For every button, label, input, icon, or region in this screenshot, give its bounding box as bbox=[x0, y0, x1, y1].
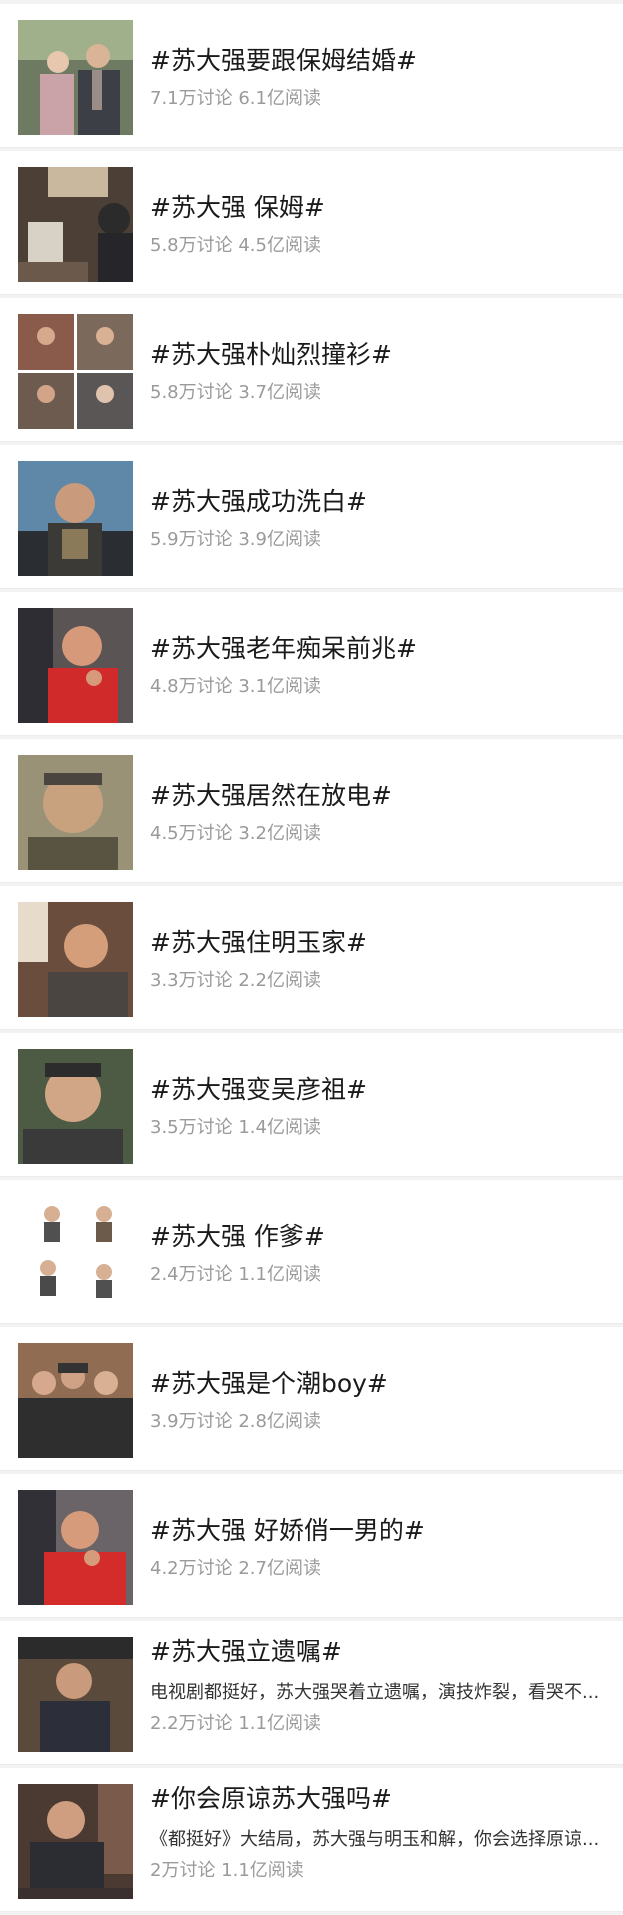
topic-item[interactable]: #你会原谅苏大强吗# 《都挺好》大结局，苏大强与明玉和解，你会选择原谅... 2… bbox=[0, 1768, 623, 1912]
topic-stats: 2万讨论 1.1亿阅读 bbox=[150, 1860, 304, 1881]
topic-title[interactable]: #苏大强是个潮boy# bbox=[150, 1369, 388, 1399]
topic-thumbnail[interactable] bbox=[18, 314, 133, 429]
topic-thumbnail[interactable] bbox=[18, 1196, 133, 1311]
topic-title[interactable]: #苏大强 好娇俏一男的# bbox=[150, 1516, 425, 1546]
topic-item[interactable]: #苏大强 保姆# 5.8万讨论 4.5亿阅读 bbox=[0, 151, 623, 295]
topic-item[interactable]: #苏大强居然在放电# 4.5万讨论 3.2亿阅读 bbox=[0, 739, 623, 883]
topic-stats: 2.4万讨论 1.1亿阅读 bbox=[150, 1264, 321, 1285]
topic-title[interactable]: #苏大强 作爹# bbox=[150, 1222, 325, 1252]
topic-thumbnail[interactable] bbox=[18, 608, 133, 723]
topic-thumbnail[interactable] bbox=[18, 1490, 133, 1605]
topic-stats: 3.9万讨论 2.8亿阅读 bbox=[150, 1411, 321, 1432]
topic-title[interactable]: #苏大强成功洗白# bbox=[150, 487, 367, 517]
topic-item[interactable]: #苏大强 作爹# 2.4万讨论 1.1亿阅读 bbox=[0, 1180, 623, 1324]
topic-title[interactable]: #你会原谅苏大强吗# bbox=[150, 1784, 392, 1814]
topic-description: 电视剧都挺好，苏大强哭着立遗嘱，演技炸裂，看哭不... bbox=[150, 1682, 600, 1703]
topic-stats: 3.5万讨论 1.4亿阅读 bbox=[150, 1117, 321, 1138]
topic-item[interactable]: #苏大强 好娇俏一男的# 4.2万讨论 2.7亿阅读 bbox=[0, 1474, 623, 1618]
topic-stats: 5.8万讨论 3.7亿阅读 bbox=[150, 382, 321, 403]
topic-stats: 5.9万讨论 3.9亿阅读 bbox=[150, 529, 321, 550]
topic-item[interactable]: #苏大强老年痴呆前兆# 4.8万讨论 3.1亿阅读 bbox=[0, 592, 623, 736]
topic-thumbnail[interactable] bbox=[18, 461, 133, 576]
topic-title[interactable]: #苏大强居然在放电# bbox=[150, 781, 392, 811]
topic-thumbnail[interactable] bbox=[18, 755, 133, 870]
topic-stats: 7.1万讨论 6.1亿阅读 bbox=[150, 88, 321, 109]
topic-thumbnail[interactable] bbox=[18, 1049, 133, 1164]
topic-title[interactable]: #苏大强住明玉家# bbox=[150, 928, 367, 958]
topic-thumbnail[interactable] bbox=[18, 20, 133, 135]
topic-stats: 5.8万讨论 4.5亿阅读 bbox=[150, 235, 321, 256]
topic-stats: 4.5万讨论 3.2亿阅读 bbox=[150, 823, 321, 844]
topic-item[interactable]: #苏大强成功洗白# 5.9万讨论 3.9亿阅读 bbox=[0, 445, 623, 589]
topic-title[interactable]: #苏大强朴灿烈撞衫# bbox=[150, 340, 392, 370]
topic-stats: 2.2万讨论 1.1亿阅读 bbox=[150, 1713, 321, 1734]
topic-thumbnail[interactable] bbox=[18, 167, 133, 282]
topic-item[interactable]: #苏大强变吴彦祖# 3.5万讨论 1.4亿阅读 bbox=[0, 1033, 623, 1177]
topic-thumbnail[interactable] bbox=[18, 1637, 133, 1752]
topic-title[interactable]: #苏大强老年痴呆前兆# bbox=[150, 634, 417, 664]
topic-item[interactable]: #苏大强要跟保姆结婚# 7.1万讨论 6.1亿阅读 bbox=[0, 4, 623, 148]
topic-item[interactable]: #苏大强住明玉家# 3.3万讨论 2.2亿阅读 bbox=[0, 886, 623, 1030]
topic-stats: 4.2万讨论 2.7亿阅读 bbox=[150, 1558, 321, 1579]
topic-title[interactable]: #苏大强 保姆# bbox=[150, 193, 325, 223]
topic-thumbnail[interactable] bbox=[18, 1784, 133, 1899]
topic-thumbnail[interactable] bbox=[18, 1343, 133, 1458]
topic-thumbnail[interactable] bbox=[18, 902, 133, 1017]
topic-item[interactable]: #苏大强是个潮boy# 3.9万讨论 2.8亿阅读 bbox=[0, 1327, 623, 1471]
topic-stats: 4.8万讨论 3.1亿阅读 bbox=[150, 676, 321, 697]
topic-title[interactable]: #苏大强变吴彦祖# bbox=[150, 1075, 367, 1105]
topic-stats: 3.3万讨论 2.2亿阅读 bbox=[150, 970, 321, 991]
topic-title[interactable]: #苏大强立遗嘱# bbox=[150, 1637, 342, 1667]
topic-title[interactable]: #苏大强要跟保姆结婚# bbox=[150, 46, 417, 76]
topic-item[interactable]: #苏大强朴灿烈撞衫# 5.8万讨论 3.7亿阅读 bbox=[0, 298, 623, 442]
topic-item[interactable]: #苏大强立遗嘱# 电视剧都挺好，苏大强哭着立遗嘱，演技炸裂，看哭不... 2.2… bbox=[0, 1621, 623, 1765]
topic-description: 《都挺好》大结局，苏大强与明玉和解，你会选择原谅... bbox=[150, 1829, 600, 1850]
